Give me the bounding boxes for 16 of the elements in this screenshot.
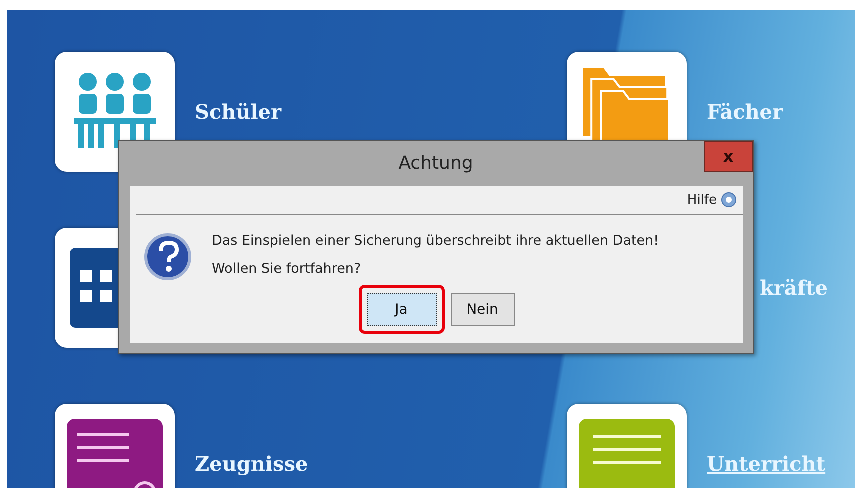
tile-label[interactable]: Zeugnisse bbox=[195, 452, 308, 476]
message-text: Wollen Sie fortfahren? bbox=[212, 261, 362, 277]
message-text: Das Einspielen einer Sicherung überschreibt ihre aktuellen Daten! bbox=[212, 233, 660, 249]
help-link[interactable]: Hilfe bbox=[687, 192, 717, 208]
list-icon bbox=[579, 419, 675, 488]
question-icon bbox=[144, 233, 192, 281]
close-button[interactable]: x bbox=[704, 141, 753, 172]
tile-button[interactable] bbox=[55, 404, 175, 488]
yes-button[interactable]: Ja bbox=[366, 293, 436, 326]
help-icon[interactable] bbox=[721, 192, 737, 208]
tile-button[interactable] bbox=[567, 404, 687, 488]
calendar-icon bbox=[70, 248, 118, 328]
dialog-title: Achtung bbox=[398, 153, 474, 174]
no-button[interactable]: Nein bbox=[450, 293, 514, 326]
certificate-icon bbox=[67, 419, 163, 488]
tile-label[interactable]: Schüler bbox=[195, 100, 282, 124]
